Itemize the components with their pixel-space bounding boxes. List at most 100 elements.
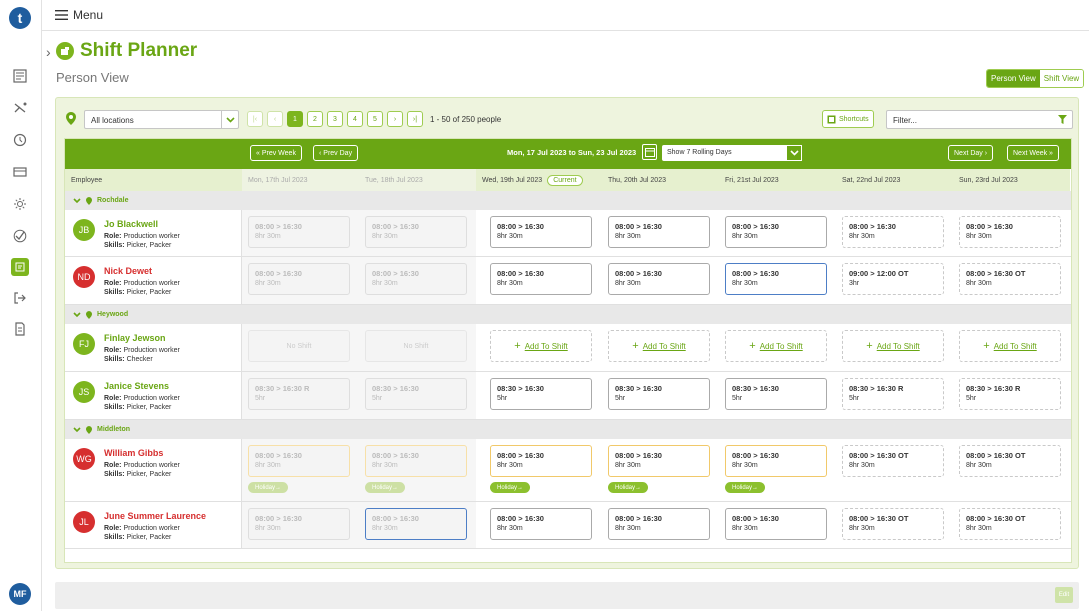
calendar-button[interactable] bbox=[642, 144, 657, 160]
avatar[interactable]: JB bbox=[73, 219, 95, 241]
employee-cell[interactable]: JB Jo Blackwell Role: Production worker Ski… bbox=[65, 210, 242, 256]
document-icon[interactable] bbox=[11, 320, 29, 338]
user-avatar[interactable]: MF bbox=[9, 583, 31, 605]
page-4-button[interactable]: 4 bbox=[347, 111, 363, 127]
location-group-header[interactable]: Heywood bbox=[65, 305, 1071, 324]
shift-cell[interactable]: 08:00 > 16:30 8hr 30m bbox=[842, 216, 944, 248]
shift-cell[interactable]: 08:00 > 16:30 8hr 30m bbox=[490, 508, 592, 540]
shift-cell[interactable]: 08:00 > 16:30 8hr 30m bbox=[365, 508, 467, 540]
shift-cell[interactable]: 08:00 > 16:30 8hr 30m bbox=[725, 263, 827, 295]
shift-cell[interactable]: 08:00 > 16:30 8hr 30m bbox=[725, 445, 827, 477]
shift-cell[interactable]: 09:00 > 12:00 OT 3hr bbox=[842, 263, 944, 295]
menu-button[interactable]: Menu bbox=[55, 8, 103, 22]
shift-cell[interactable]: 08:00 > 16:30 OT 8hr 30m bbox=[959, 263, 1061, 295]
employee-cell[interactable]: JL June Summer Laurence Role: Production w… bbox=[65, 502, 242, 548]
next-page-button[interactable]: › bbox=[387, 111, 403, 127]
next-day-button[interactable]: Next Day › bbox=[948, 145, 994, 161]
holiday-badge[interactable]: Holiday → bbox=[248, 482, 289, 493]
shift-cell[interactable]: 08:30 > 16:30 R 5hr bbox=[842, 378, 944, 410]
next-week-button[interactable]: Next Week » bbox=[1007, 145, 1059, 161]
shift-cell[interactable]: 08:00 > 16:30 OT 8hr 30m bbox=[959, 445, 1061, 477]
funnel-icon[interactable] bbox=[1058, 114, 1067, 125]
person-view-tab[interactable]: Person View bbox=[987, 70, 1040, 87]
location-group-header[interactable]: Rochdale bbox=[65, 191, 1071, 210]
location-group-header[interactable]: Middleton bbox=[65, 420, 1071, 439]
employee-cell[interactable]: JS Janice Stevens Role: Production worker S… bbox=[65, 372, 242, 419]
filter-input[interactable]: Filter... bbox=[886, 110, 1073, 129]
holiday-badge[interactable]: Holiday → bbox=[365, 482, 406, 493]
shift-cell[interactable]: 08:00 > 16:30 8hr 30m bbox=[248, 216, 350, 248]
edit-button[interactable]: Edit bbox=[1055, 587, 1073, 603]
shift-cell[interactable]: 08:00 > 16:30 8hr 30m bbox=[248, 263, 350, 295]
card-icon[interactable] bbox=[11, 163, 29, 181]
shift-cell[interactable]: 08:00 > 16:30 8hr 30m bbox=[725, 216, 827, 248]
employee-name[interactable]: Jo Blackwell bbox=[104, 219, 158, 229]
shift-cell[interactable]: 08:00 > 16:30 8hr 30m bbox=[365, 216, 467, 248]
shift-cell[interactable]: 08:00 > 16:30 OT 8hr 30m bbox=[842, 508, 944, 540]
shift-cell[interactable]: 08:30 > 16:30 5hr bbox=[725, 378, 827, 410]
shift-cell[interactable]: 08:30 > 16:30 5hr bbox=[490, 378, 592, 410]
page-2-button[interactable]: 2 bbox=[307, 111, 323, 127]
shift-cell[interactable]: 08:00 > 16:30 8hr 30m bbox=[608, 508, 710, 540]
shift-cell[interactable]: 08:00 > 16:30 8hr 30m bbox=[490, 216, 592, 248]
first-page-button[interactable]: |‹ bbox=[247, 111, 263, 127]
holiday-badge[interactable]: Holiday → bbox=[725, 482, 766, 493]
shift-cell[interactable]: 08:00 > 16:30 8hr 30m bbox=[248, 508, 350, 540]
shift-planner-icon[interactable] bbox=[11, 258, 29, 276]
shift-cell[interactable]: 08:00 > 16:30 8hr 30m bbox=[608, 445, 710, 477]
page-5-button[interactable]: 5 bbox=[367, 111, 383, 127]
avatar[interactable]: FJ bbox=[73, 333, 95, 355]
prev-day-button[interactable]: ‹ Prev Day bbox=[313, 145, 359, 161]
add-to-shift-button[interactable]: + Add To Shift bbox=[842, 330, 944, 362]
shift-cell[interactable]: 08:00 > 16:30 8hr 30m bbox=[490, 445, 592, 477]
rolling-days-select[interactable]: Show 7 Rolling Days bbox=[662, 145, 802, 161]
shift-cell[interactable]: 08:30 > 16:30 R 5hr bbox=[248, 378, 350, 410]
location-select[interactable]: All locations bbox=[84, 110, 239, 129]
avatar[interactable]: WG bbox=[73, 448, 95, 470]
employee-cell[interactable]: ND Nick Dewet Role: Production worker Skill… bbox=[65, 257, 242, 304]
add-to-shift-button[interactable]: + Add To Shift bbox=[959, 330, 1061, 362]
shift-cell[interactable]: 08:00 > 16:30 8hr 30m bbox=[365, 263, 467, 295]
shift-cell[interactable]: 08:00 > 16:30 8hr 30m bbox=[725, 508, 827, 540]
clock-icon[interactable] bbox=[11, 131, 29, 149]
add-to-shift-button[interactable]: + Add To Shift bbox=[608, 330, 710, 362]
app-logo[interactable]: t bbox=[9, 7, 31, 29]
sun-icon[interactable] bbox=[11, 195, 29, 213]
avatar[interactable]: JS bbox=[73, 381, 95, 403]
last-page-button[interactable]: ›| bbox=[407, 111, 423, 127]
add-to-shift-button[interactable]: + Add To Shift bbox=[725, 330, 827, 362]
shift-cell[interactable]: 08:00 > 16:30 OT 8hr 30m bbox=[842, 445, 944, 477]
holiday-badge[interactable]: Holiday → bbox=[608, 482, 649, 493]
shift-cell[interactable]: 08:00 > 16:30 OT 8hr 30m bbox=[959, 508, 1061, 540]
avatar[interactable]: JL bbox=[73, 511, 95, 533]
shift-cell[interactable]: 08:00 > 16:30 8hr 30m bbox=[248, 445, 350, 477]
add-to-shift-button[interactable]: + Add To Shift bbox=[490, 330, 592, 362]
shortcuts-button[interactable]: Shortcuts bbox=[822, 110, 874, 128]
holiday-badge[interactable]: Holiday → bbox=[490, 482, 531, 493]
shift-cell[interactable]: 08:30 > 16:30 R 5hr bbox=[959, 378, 1061, 410]
shift-cell[interactable]: 08:00 > 16:30 8hr 30m bbox=[490, 263, 592, 295]
page-3-button[interactable]: 3 bbox=[327, 111, 343, 127]
shift-cell[interactable]: 08:00 > 16:30 8hr 30m bbox=[608, 216, 710, 248]
shift-cell[interactable]: 08:00 > 16:30 8hr 30m bbox=[608, 263, 710, 295]
prev-page-button[interactable]: ‹ bbox=[267, 111, 283, 127]
employee-name[interactable]: William Gibbs bbox=[104, 448, 163, 458]
shift-cell[interactable]: 08:30 > 16:30 5hr bbox=[365, 378, 467, 410]
check-shield-icon[interactable] bbox=[11, 227, 29, 245]
dashboard-icon[interactable] bbox=[11, 67, 29, 85]
employee-name[interactable]: Nick Dewet bbox=[104, 266, 152, 276]
prev-week-button[interactable]: « Prev Week bbox=[250, 145, 302, 161]
employee-name[interactable]: June Summer Laurence bbox=[104, 511, 206, 521]
employee-name[interactable]: Janice Stevens bbox=[104, 381, 169, 391]
routes-icon[interactable] bbox=[11, 99, 29, 117]
employee-name[interactable]: Finlay Jewson bbox=[104, 333, 166, 343]
shift-cell[interactable]: 08:00 > 16:30 8hr 30m bbox=[365, 445, 467, 477]
shift-cell[interactable]: 08:30 > 16:30 5hr bbox=[608, 378, 710, 410]
employee-cell[interactable]: FJ Finlay Jewson Role: Production worker Sk… bbox=[65, 324, 242, 371]
employee-cell[interactable]: WG William Gibbs Role: Production worker Sk… bbox=[65, 439, 242, 501]
shift-cell[interactable]: 08:00 > 16:30 8hr 30m bbox=[959, 216, 1061, 248]
shift-view-tab[interactable]: Shift View bbox=[1039, 70, 1084, 87]
avatar[interactable]: ND bbox=[73, 266, 95, 288]
expand-chevron-icon[interactable]: › bbox=[46, 44, 51, 60]
page-1-button[interactable]: 1 bbox=[287, 111, 303, 127]
